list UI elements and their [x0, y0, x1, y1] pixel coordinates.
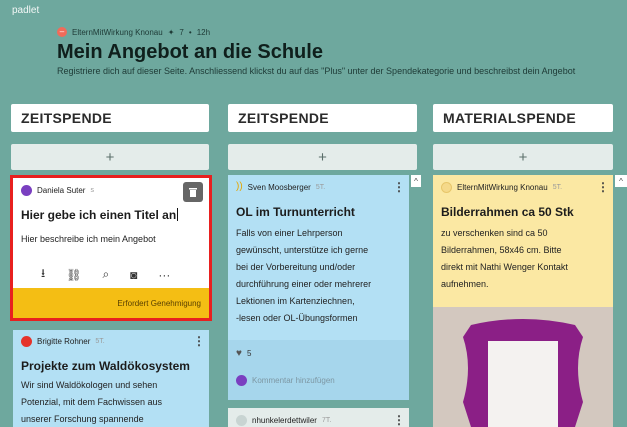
scroll-up-button[interactable]: ^ — [411, 175, 421, 187]
like-row[interactable]: ♥ 5 — [236, 348, 251, 359]
more-options-icon[interactable]: ⋮ — [193, 335, 205, 347]
post-author: nhunkelerdettwiler — [252, 416, 317, 425]
page-title: Mein Angebot an die Schule — [57, 41, 323, 63]
header-likes: 7 — [179, 27, 184, 37]
post-time: 5T. — [315, 183, 326, 191]
more-options-icon[interactable]: ⋮ — [393, 181, 405, 193]
more-options-icon[interactable]: ⋮ — [597, 181, 609, 193]
avatar — [21, 336, 32, 347]
post-title: Projekte zum Waldökosystem — [21, 359, 190, 373]
attachment-toolbar: ⭳ ⛓ ⌕ ◙ ··· — [41, 264, 170, 285]
avatar — [236, 415, 247, 426]
post-author-row: )) Sven Moosberger 5T. — [236, 182, 325, 192]
author-icon: – — [57, 27, 67, 37]
link-icon[interactable]: ⛓ — [66, 268, 81, 282]
text-cursor — [177, 208, 179, 221]
post-image[interactable] — [433, 307, 613, 427]
picture-frame-image — [433, 307, 613, 427]
post-card-brigitte[interactable]: Brigitte Rohner 5T. ⋮ Projekte zum Waldö… — [13, 330, 209, 427]
post-body: Falls von einer Lehrperson gewünscht, un… — [236, 225, 371, 327]
comment-row[interactable]: Kommentar hinzufügen — [236, 375, 335, 386]
like-count: 5 — [246, 349, 252, 358]
column-title: ZEITSPENDE — [21, 110, 112, 126]
post-time: 7T. — [321, 417, 332, 424]
draft-title-value: Hier gebe ich einen Titel an — [21, 208, 177, 222]
padlet-logo[interactable]: padlet — [12, 5, 39, 16]
separator-icon: • — [188, 27, 192, 37]
post-line: Bilderrahmen, 58x46 cm. Bitte — [441, 245, 562, 255]
post-line: -lesen oder OL-Übungsformen — [236, 313, 358, 323]
approval-status-bar: Erfordert Genehmigung — [13, 288, 209, 318]
avatar — [441, 182, 452, 193]
post-author-row: ElternMitWirkung Knonau 5T. — [441, 182, 562, 193]
post-card-nhunke[interactable]: nhunkelerdettwiler 7T. ⋮ — [228, 408, 409, 427]
add-post-button-col2[interactable]: + — [228, 144, 417, 170]
post-line: aufnehmen. — [441, 279, 489, 289]
post-body: zu verschenken sind ca 50 Bilderrahmen, … — [441, 225, 568, 293]
upload-icon[interactable]: ⭳ — [41, 264, 45, 285]
post-line: unserer Forschung spannende — [21, 414, 144, 424]
post-line: direkt mit Nathi Wenger Kontakt — [441, 262, 568, 272]
draft-author-row: Daniela Suter s — [21, 185, 94, 196]
draft-body-input[interactable]: Hier beschreibe ich mein Angebot — [21, 234, 156, 244]
post-author: Sven Moosberger — [247, 182, 311, 192]
avatar — [236, 375, 247, 386]
approval-status: Erfordert Genehmigung — [117, 298, 201, 308]
camera-icon[interactable]: ◙ — [130, 268, 137, 282]
post-line: durchführung einer oder mehrerer — [236, 279, 372, 289]
column-header-zeitspende-1: ZEITSPENDE — [11, 104, 209, 132]
column-header-zeitspende-2: ZEITSPENDE — [228, 104, 417, 132]
star-icon: ✦ — [167, 27, 175, 37]
heart-icon[interactable]: ♥ — [236, 348, 242, 359]
post-footer: ♥ 5 Kommentar hinzufügen — [228, 340, 409, 400]
draft-title-input[interactable]: Hier gebe ich einen Titel an — [21, 208, 179, 222]
scroll-up-button[interactable]: ^ — [615, 175, 627, 187]
post-line: Falls von einer Lehrperson — [236, 228, 343, 238]
avatar — [21, 185, 32, 196]
post-author-row: nhunkelerdettwiler 7T. — [236, 415, 331, 426]
more-icon[interactable]: ··· — [158, 268, 170, 282]
post-line: gewünscht, unterstütze ich gerne — [236, 245, 369, 255]
post-body: Wir sind Waldökologen und sehen Potenzia… — [21, 377, 162, 427]
trash-icon — [189, 188, 197, 197]
more-options-icon[interactable]: ⋮ — [393, 414, 405, 426]
add-post-button-col1[interactable]: + — [11, 144, 209, 170]
post-time: 5T. — [95, 338, 105, 345]
add-post-button-col3[interactable]: + — [433, 144, 613, 170]
header-author: ElternMitWirkung Knonau — [72, 27, 163, 37]
page-subtitle: Registriere dich auf dieser Seite. Ansch… — [57, 66, 576, 76]
post-title: OL im Turnunterricht — [236, 205, 355, 219]
post-line: zu verschenken sind ca 50 — [441, 228, 548, 238]
column-title: ZEITSPENDE — [238, 110, 329, 126]
post-line: Lektionen im Kartenziechnen, — [236, 296, 355, 306]
post-author: Brigitte Rohner — [37, 337, 91, 346]
draft-post-card[interactable]: Daniela Suter s Hier gebe ich einen Tite… — [10, 175, 212, 321]
post-title: Bilderrahmen ca 50 Stk — [441, 205, 574, 219]
delete-button[interactable] — [183, 182, 203, 202]
author-avatar-icon: )) — [236, 181, 243, 192]
search-image-icon[interactable]: ⌕ — [102, 267, 109, 282]
padlet-meta: – ElternMitWirkung Knonau ✦ 7 • 12h — [57, 27, 210, 37]
header-time: 12h — [196, 27, 211, 37]
post-time: 5T. — [552, 184, 563, 191]
post-line: Potenzial, mit dem Fachwissen aus — [21, 397, 163, 407]
draft-time: s — [90, 187, 94, 194]
post-line: Wir sind Waldökologen und sehen — [21, 380, 158, 390]
column-title: MATERIALSPENDE — [443, 110, 577, 126]
post-line: bei der Vorbereitung und/oder — [236, 262, 356, 272]
post-author-row: Brigitte Rohner 5T. — [21, 336, 105, 347]
post-card-sven[interactable]: )) Sven Moosberger 5T. ⋮ OL im Turnunter… — [228, 175, 409, 400]
comment-input[interactable]: Kommentar hinzufügen — [252, 376, 335, 385]
post-author: ElternMitWirkung Knonau — [457, 183, 548, 192]
post-card-material[interactable]: ElternMitWirkung Knonau 5T. ⋮ Bilderrahm… — [433, 175, 613, 427]
draft-author: Daniela Suter — [37, 186, 86, 195]
column-header-materialspende: MATERIALSPENDE — [433, 104, 613, 132]
